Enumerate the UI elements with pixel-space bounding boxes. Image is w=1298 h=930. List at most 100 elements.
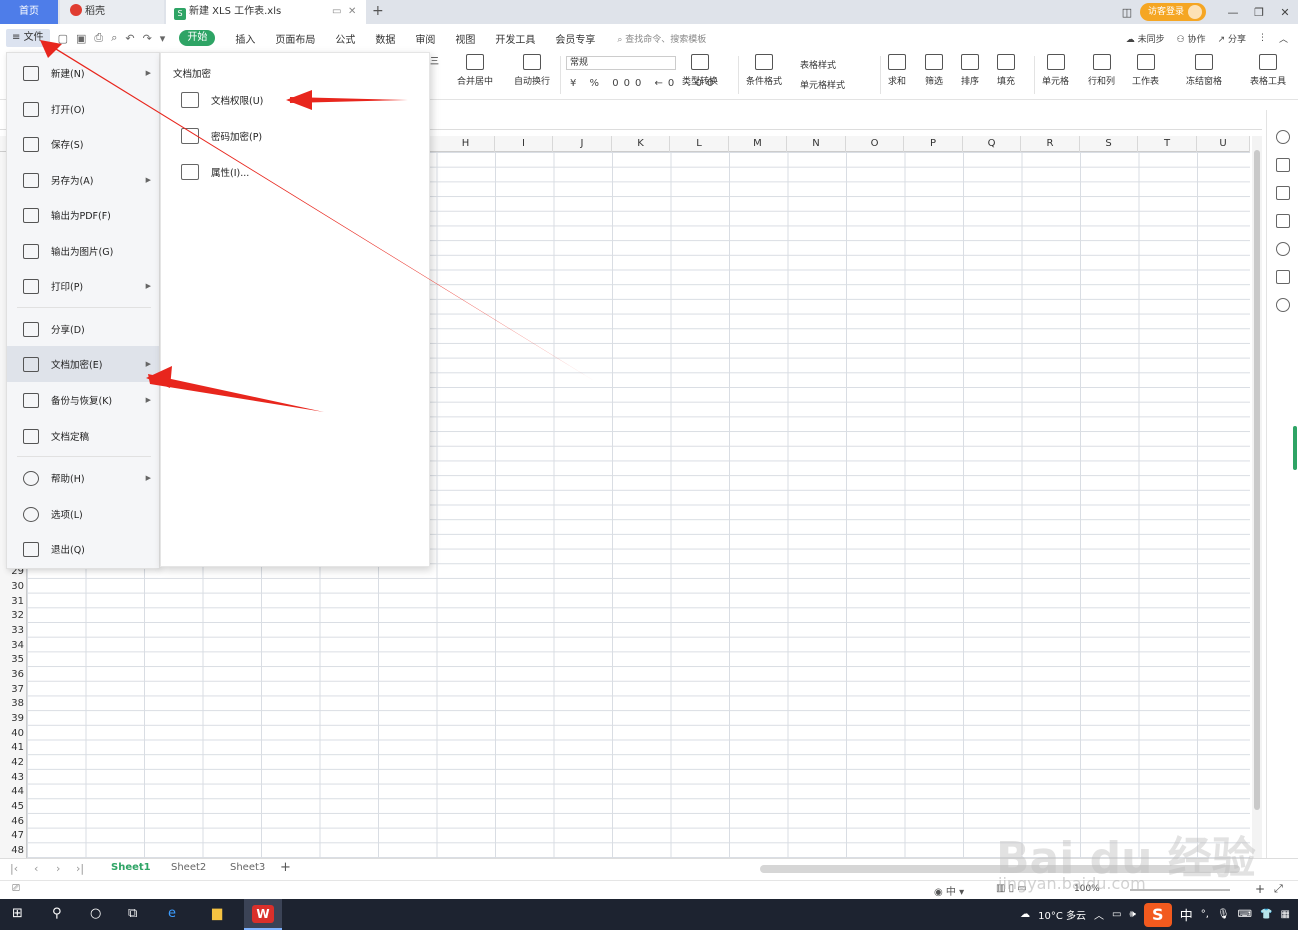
prev-sheet-icon[interactable]: ‹	[34, 862, 38, 875]
table-style-button[interactable]: 表格样式	[800, 58, 836, 71]
backup-side-icon[interactable]	[1276, 214, 1290, 228]
save-quick-icon[interactable]: ▢	[58, 32, 68, 45]
tab-data[interactable]: 数据	[375, 31, 395, 46]
column-header-n[interactable]: N	[787, 136, 846, 152]
close-window-button[interactable]: ✕	[1272, 6, 1298, 19]
help-side-icon[interactable]	[1276, 242, 1290, 256]
skin-icon[interactable]: 👕	[1260, 909, 1272, 920]
macro-icon[interactable]: ⎚	[12, 883, 20, 894]
file-menu-options[interactable]: 选项(L)	[7, 496, 159, 532]
tray-expand-icon[interactable]: ︿	[1094, 907, 1104, 922]
add-sheet-icon[interactable]: +	[280, 860, 291, 875]
row-number[interactable]: 48	[0, 845, 24, 856]
merge-center-button[interactable]: 合并居中	[457, 54, 493, 87]
row-col-button[interactable]: 行和列	[1088, 54, 1115, 87]
cell-button[interactable]: 单元格	[1042, 54, 1069, 87]
file-menu-new[interactable]: 新建(N) ▶	[7, 55, 159, 91]
export-quick-icon[interactable]: ▣	[76, 32, 86, 45]
cell-style-button[interactable]: 单元格样式	[800, 78, 845, 91]
column-header-m[interactable]: M	[729, 136, 787, 152]
row-number[interactable]: 46	[0, 816, 24, 827]
keyboard-icon[interactable]: ⌨	[1238, 909, 1252, 920]
ime-language[interactable]: 中	[1180, 905, 1193, 924]
column-header-s[interactable]: S	[1080, 136, 1138, 152]
rocket-icon[interactable]	[1276, 130, 1290, 144]
column-header-h[interactable]: H	[437, 136, 495, 152]
compass-icon[interactable]	[1276, 298, 1290, 312]
first-sheet-icon[interactable]: |‹	[10, 862, 18, 875]
row-number[interactable]: 39	[0, 713, 24, 724]
row-number[interactable]: 37	[0, 684, 24, 695]
close-tab-icon[interactable]: ✕	[348, 0, 356, 24]
fullscreen-icon[interactable]: ⤢	[1274, 882, 1283, 896]
tab-page-layout[interactable]: 页面布局	[275, 31, 315, 46]
last-sheet-icon[interactable]: ›|	[76, 862, 84, 875]
column-header-i[interactable]: I	[495, 136, 553, 152]
tab-daoke[interactable]: 稻壳	[60, 0, 164, 24]
freeze-panes-button[interactable]: 冻结窗格	[1186, 54, 1222, 87]
tab-review[interactable]: 审阅	[415, 31, 435, 46]
more-icon[interactable]: ⋮	[1258, 33, 1267, 43]
row-number[interactable]: 35	[0, 654, 24, 665]
file-menu-exit[interactable]: 退出(Q)	[7, 531, 159, 567]
file-menu-export-pdf[interactable]: 输出为PDF(F)	[7, 197, 159, 233]
row-number[interactable]: 40	[0, 728, 24, 739]
column-header-r[interactable]: R	[1021, 136, 1080, 152]
worksheet-button[interactable]: 工作表	[1132, 54, 1159, 87]
number-format-select[interactable]: 常规	[566, 56, 676, 70]
search-icon[interactable]: ⚲	[52, 906, 62, 921]
column-header-u[interactable]: U	[1197, 136, 1250, 152]
preview-quick-icon[interactable]: ⌕	[111, 31, 117, 45]
column-header-o[interactable]: O	[846, 136, 904, 152]
pin-tab-icon[interactable]: ▭	[332, 0, 341, 24]
sogou-ime-icon[interactable]: S	[1143, 902, 1172, 927]
properties-item[interactable]: 属性(I)...	[181, 161, 249, 183]
task-view-icon[interactable]: ⧉	[128, 906, 137, 921]
print-quick-icon[interactable]: ⎙	[94, 31, 103, 45]
share-button[interactable]: ↗ 分享	[1218, 32, 1246, 45]
row-number[interactable]: 38	[0, 698, 24, 709]
tab-vip[interactable]: 会员专享	[555, 31, 595, 46]
tab-home-ribbon[interactable]: 开始	[179, 30, 216, 46]
file-menu-export-image[interactable]: 输出为图片(G)	[7, 233, 159, 269]
password-encrypt-item[interactable]: 密码加密(P)	[181, 125, 262, 147]
file-menu-help[interactable]: 帮助(H) ▶	[7, 460, 159, 496]
sliders-icon[interactable]	[1276, 186, 1290, 200]
filter-button[interactable]: 筛选	[925, 54, 943, 87]
table-tools-button[interactable]: 表格工具	[1250, 54, 1286, 87]
file-menu-button[interactable]: ≡ 文件	[6, 29, 50, 47]
image-side-icon[interactable]	[1276, 270, 1290, 284]
sum-button[interactable]: 求和	[888, 54, 906, 87]
conditional-format-button[interactable]: 条件格式	[746, 54, 782, 87]
toolbox-icon[interactable]: ▦	[1281, 909, 1290, 920]
auto-wrap-button[interactable]: 自动换行	[514, 54, 550, 87]
row-number[interactable]: 36	[0, 669, 24, 680]
tab-home[interactable]: 首页	[0, 0, 58, 24]
scroll-indicator[interactable]	[1293, 426, 1297, 470]
row-number[interactable]: 41	[0, 742, 24, 753]
weather-icon[interactable]: ☁	[1020, 909, 1030, 920]
file-menu-print[interactable]: 打印(P) ▶	[7, 268, 159, 304]
sheet-tab-3[interactable]: Sheet3	[230, 862, 265, 873]
doc-permission-item[interactable]: 文档权限(U)	[181, 89, 263, 111]
row-number[interactable]: 42	[0, 757, 24, 768]
layout-icon[interactable]: ◫	[1114, 6, 1140, 19]
row-number[interactable]: 31	[0, 596, 24, 607]
undo-icon[interactable]: ↶	[125, 32, 134, 45]
sheet-tab-1[interactable]: Sheet1	[111, 862, 151, 873]
column-header-j[interactable]: J	[553, 136, 612, 152]
column-header-t[interactable]: T	[1138, 136, 1197, 152]
microphone-icon[interactable]: 🎙	[1217, 909, 1230, 920]
command-search[interactable]: ⌕ 查找命令、搜索模板	[617, 32, 706, 45]
fill-button[interactable]: 填充	[997, 54, 1015, 87]
wps-taskbar-button[interactable]: W	[244, 899, 282, 930]
column-header-l[interactable]: L	[670, 136, 729, 152]
file-menu-backup[interactable]: 备份与恢复(K) ▶	[7, 382, 159, 418]
punctuation-icon[interactable]: °,	[1201, 909, 1209, 920]
row-number[interactable]: 33	[0, 625, 24, 636]
collapse-ribbon-icon[interactable]: ︿	[1279, 32, 1288, 45]
eye-protect-icon[interactable]: ◉ 中 ▾	[934, 883, 964, 898]
sync-status[interactable]: ☁ 未同步	[1126, 32, 1165, 45]
customize-quick-icon[interactable]: ▾	[160, 32, 166, 45]
vertical-scrollbar[interactable]	[1252, 136, 1262, 858]
